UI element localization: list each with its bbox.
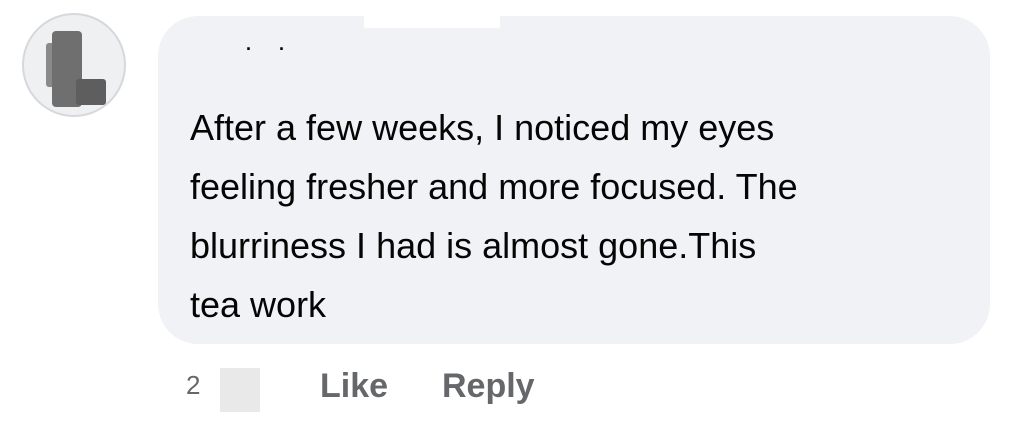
like-button[interactable]: Like xyxy=(320,367,388,406)
comment-actions: 2 Like Reply xyxy=(186,362,686,416)
comment-timestamp[interactable]: 2 xyxy=(186,370,200,401)
avatar[interactable] xyxy=(22,13,126,117)
comment-author[interactable]: .. xyxy=(246,34,312,54)
comment-bubble: .. After a few weeks, I noticed my eyes … xyxy=(158,14,990,344)
author-redaction xyxy=(364,14,500,28)
avatar-redaction xyxy=(76,79,106,105)
timestamp-redaction xyxy=(220,368,260,412)
reply-button[interactable]: Reply xyxy=(442,367,535,406)
comment-text: After a few weeks, I noticed my eyes fee… xyxy=(190,107,798,325)
comment: .. After a few weeks, I noticed my eyes … xyxy=(0,0,1024,424)
